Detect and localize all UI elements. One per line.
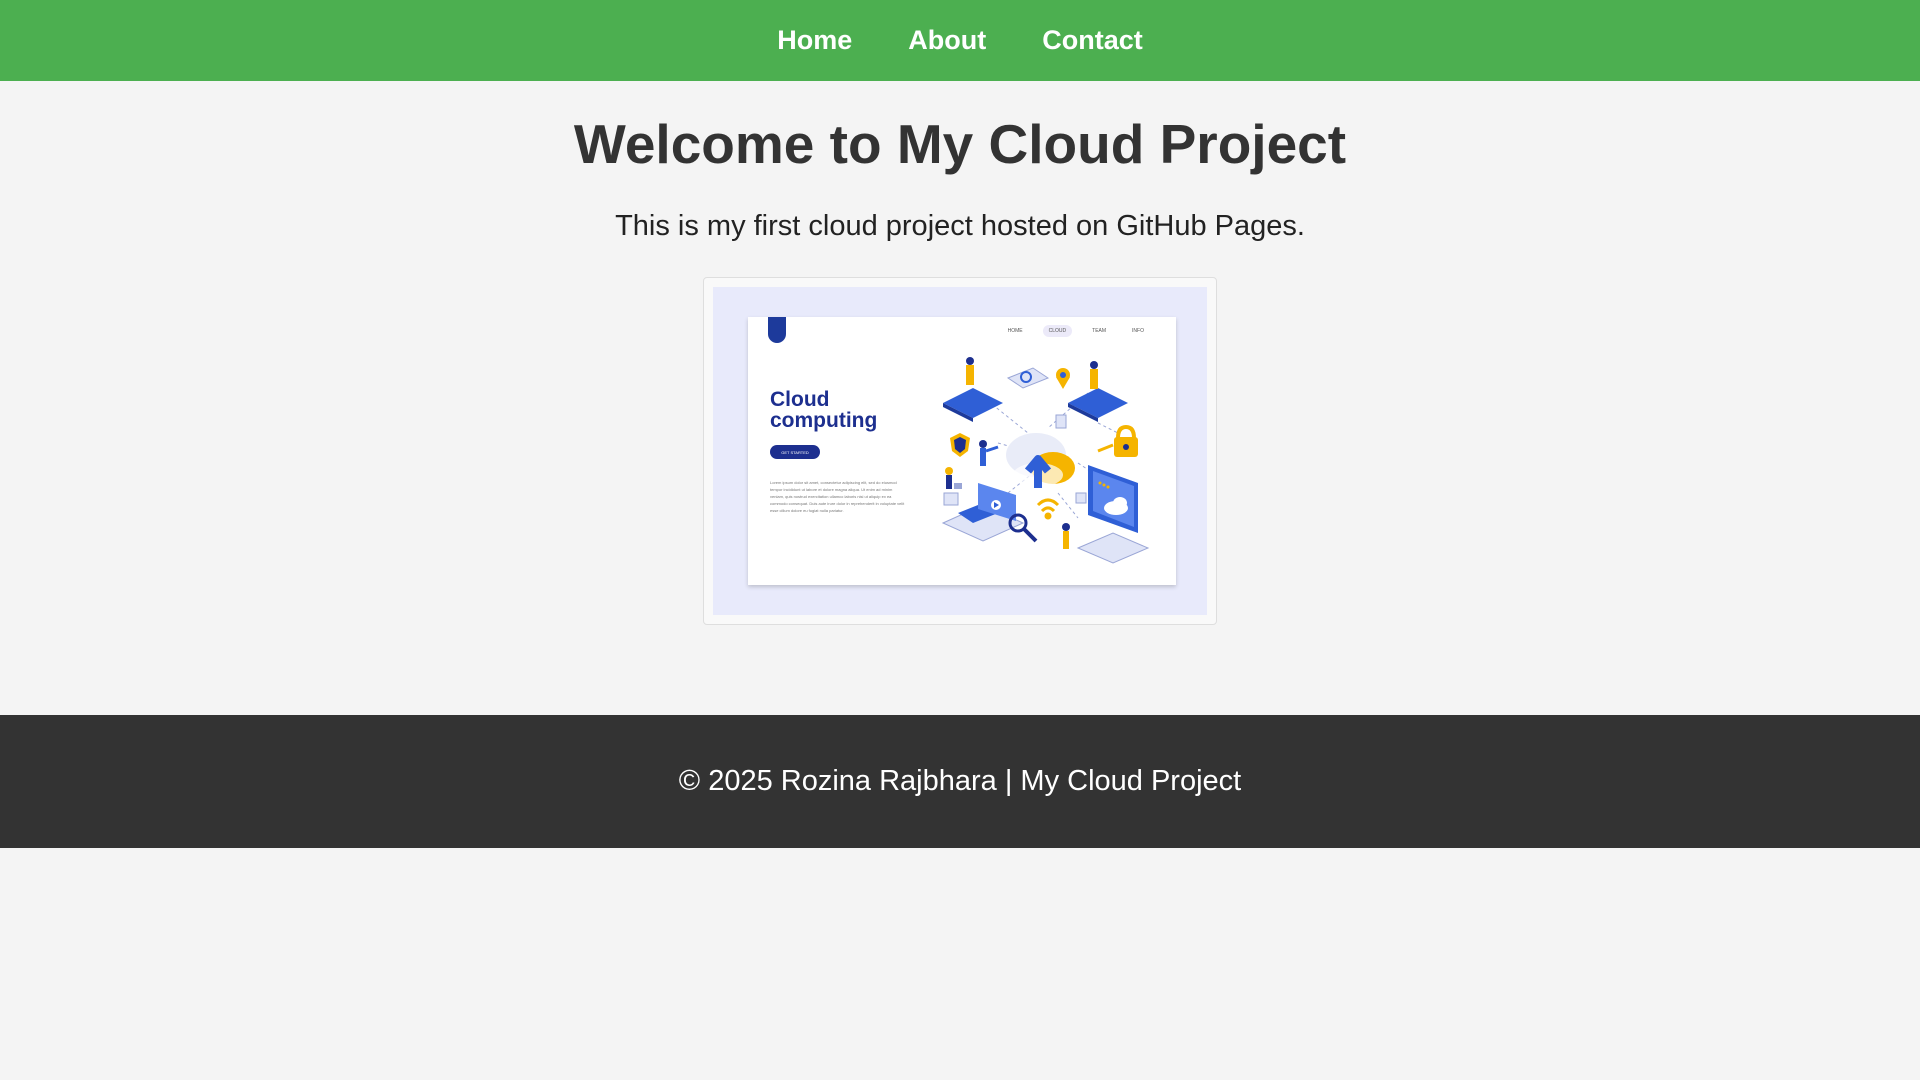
person-icon <box>979 440 999 466</box>
nav-link-contact[interactable]: Contact <box>1042 25 1143 56</box>
person-icon <box>1062 523 1070 549</box>
illustration-nav-item: CLOUD <box>1042 325 1073 337</box>
illustration-nav-item: INFO <box>1132 328 1144 334</box>
illustration-nav-item: TEAM <box>1092 328 1107 334</box>
footer: © 2025 Rozina Rajbhara | My Cloud Projec… <box>0 715 1920 848</box>
illustration-nav: HOME CLOUD TEAM INFO <box>1002 325 1150 337</box>
document-icon <box>1055 414 1067 429</box>
person-icon <box>945 467 962 489</box>
page-title: Welcome to My Cloud Project <box>573 113 1347 175</box>
nav-link-home[interactable]: Home <box>777 25 852 56</box>
location-pin-icon <box>1056 368 1070 389</box>
screen-icon <box>1075 492 1087 504</box>
navbar: Home About Contact <box>0 0 1920 81</box>
illustration-button: GET STARTED <box>770 445 820 459</box>
keyboard-icon <box>1076 532 1150 564</box>
wifi-icon <box>1036 498 1060 520</box>
bookmark-icon <box>768 317 786 343</box>
cloud-illustration-image: HOME CLOUD TEAM INFO Cloud computing GET… <box>703 277 1217 625</box>
platform-icon <box>1068 361 1128 422</box>
isometric-cloud-illustration <box>941 357 1150 564</box>
monitor-cloud-icon <box>1088 465 1138 533</box>
intro-text: This is my first cloud project hosted on… <box>615 210 1305 242</box>
nav-link-about[interactable]: About <box>908 25 986 56</box>
illustration-background: HOME CLOUD TEAM INFO Cloud computing GET… <box>713 287 1207 615</box>
illustration-title: Cloud computing <box>770 388 878 432</box>
platform-icon <box>943 357 1003 422</box>
cloud-upload-icon <box>1006 433 1075 488</box>
illustration-nav-item: HOME <box>1007 328 1023 334</box>
search-panel-icon <box>1006 367 1050 389</box>
padlock-icon <box>1097 424 1138 457</box>
shield-icon <box>950 433 970 457</box>
laptop-icon <box>941 483 1025 542</box>
illustration-body-text: Lorem ipsum dolor sit amet, consectetur … <box>770 480 905 513</box>
footer-text: © 2025 Rozina Rajbhara | My Cloud Projec… <box>678 765 1242 797</box>
screen-icon <box>943 492 959 506</box>
illustration-card: HOME CLOUD TEAM INFO Cloud computing GET… <box>748 317 1176 585</box>
